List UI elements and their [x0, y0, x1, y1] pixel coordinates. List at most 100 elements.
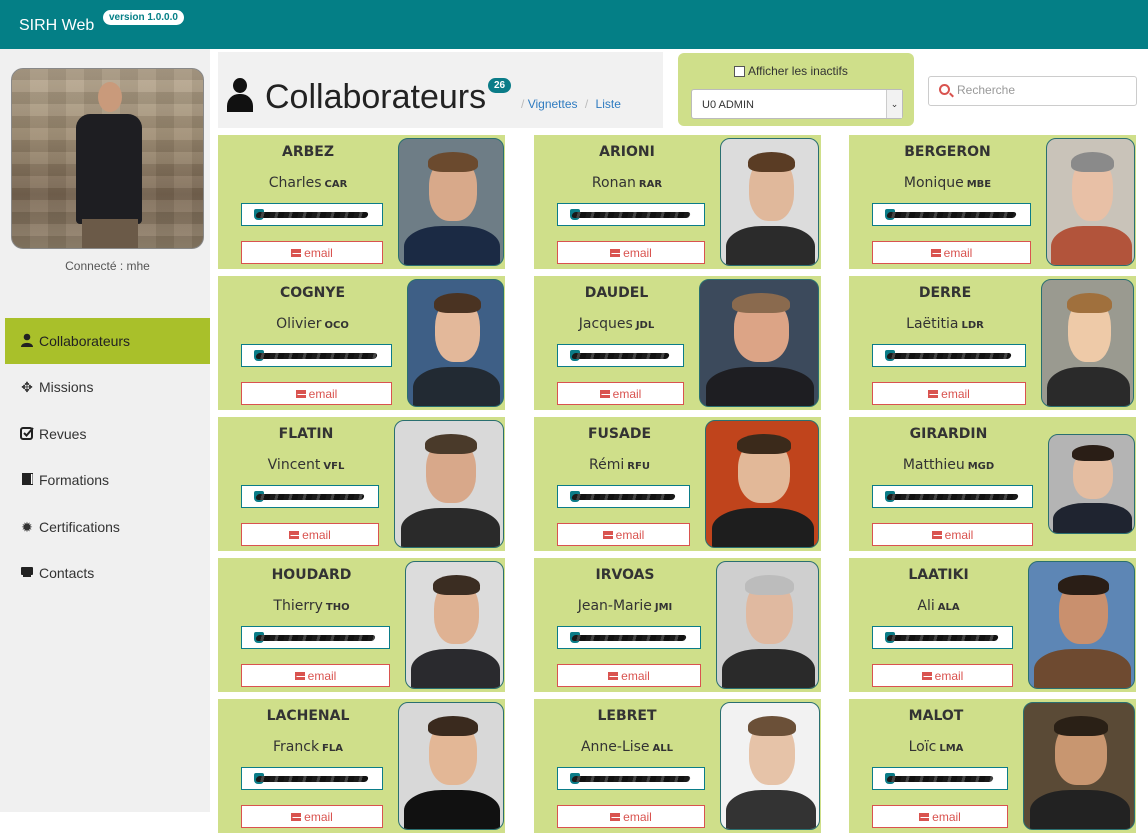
collaborator-card[interactable]: GIRARDIN Matthieu MGD email: [849, 417, 1136, 551]
sidebar-item-label: Collaborateurs: [39, 333, 131, 349]
email-label: email: [615, 527, 645, 542]
collaborator-card[interactable]: LACHENAL Franck FLA email: [218, 699, 505, 833]
collaborator-lastname: DERRE: [918, 285, 972, 301]
phone-button[interactable]: [557, 344, 684, 367]
email-button[interactable]: email: [872, 523, 1033, 546]
email-button[interactable]: email: [557, 523, 690, 546]
phone-button[interactable]: [241, 485, 379, 508]
collaborator-code: THO: [325, 602, 350, 613]
collaborator-code: VFL: [323, 461, 345, 472]
phone-button[interactable]: [872, 626, 1013, 649]
collaborator-code: RFU: [627, 461, 650, 472]
collaborator-photo: [699, 279, 819, 407]
phone-button[interactable]: [557, 626, 701, 649]
collaborator-lastname: MALOT: [908, 708, 964, 724]
collaborator-firstname: Matthieu MGD: [902, 457, 995, 473]
search-input[interactable]: [957, 83, 1127, 97]
phone-button[interactable]: [872, 203, 1031, 226]
show-inactive-checkbox[interactable]: [734, 65, 745, 77]
chevron-down-icon: ⌄: [886, 90, 902, 118]
phone-button[interactable]: [241, 767, 383, 790]
app-brand[interactable]: SIRH Web: [19, 17, 94, 35]
envelope-icon: [291, 812, 302, 821]
phone-button[interactable]: [557, 485, 690, 508]
phone-button[interactable]: [241, 626, 390, 649]
redacted-phone: [571, 212, 691, 218]
email-button[interactable]: email: [872, 241, 1031, 264]
collaborator-lastname: FLATIN: [278, 426, 334, 442]
collaborator-code: ALA: [937, 602, 960, 613]
email-label: email: [944, 527, 974, 542]
phone-button[interactable]: [241, 344, 392, 367]
collaborator-card[interactable]: HOUDARD Thierry THO email: [218, 558, 505, 692]
search-box[interactable]: [928, 76, 1137, 106]
filter-panel: Afficher les inactifs U0 ADMIN ⌄: [678, 53, 914, 126]
view-vignettes-link[interactable]: Vignettes: [528, 97, 578, 111]
phone-button[interactable]: [241, 203, 383, 226]
email-button[interactable]: email: [872, 664, 1013, 687]
sidebar-item-missions[interactable]: ✥ Missions: [5, 364, 210, 410]
collaborator-code: MGD: [967, 461, 995, 472]
collaborator-photo: [1046, 138, 1135, 266]
redacted-phone: [886, 494, 1019, 500]
user-icon: [225, 76, 255, 112]
show-inactive-toggle[interactable]: Afficher les inactifs: [734, 64, 848, 78]
sidebar-item-label: Revues: [39, 426, 87, 442]
email-button[interactable]: email: [872, 805, 1008, 828]
collaborator-card[interactable]: FLATIN Vincent VFL email: [218, 417, 505, 551]
collaborator-card[interactable]: LEBRET Anne-Lise ALL email: [534, 699, 821, 833]
collaborator-card[interactable]: DERRE Laëtitia LDR email: [849, 276, 1136, 410]
phone-button[interactable]: [557, 767, 705, 790]
collaborator-firstname: Rémi RFU: [589, 457, 650, 473]
email-button[interactable]: email: [241, 664, 390, 687]
collaborator-card[interactable]: ARIONI Ronan RAR email: [534, 135, 821, 269]
email-label: email: [308, 386, 338, 401]
collaborator-card[interactable]: COGNYE Olivier OCO email: [218, 276, 505, 410]
collaborator-firstname: Charles CAR: [268, 175, 348, 191]
collaborator-card[interactable]: IRVOAS Jean-Marie JMI email: [534, 558, 821, 692]
redacted-phone: [255, 353, 378, 359]
email-button[interactable]: email: [241, 382, 392, 405]
collaborator-firstname: Laëtitia LDR: [906, 316, 984, 332]
sidebar-item-revues[interactable]: Revues: [5, 411, 210, 457]
phone-button[interactable]: [557, 203, 705, 226]
email-button[interactable]: email: [557, 805, 705, 828]
collaborator-card[interactable]: ARBEZ Charles CAR email: [218, 135, 505, 269]
collaborator-photo: [407, 279, 504, 407]
collaborator-card[interactable]: MALOT Loïc LMA email: [849, 699, 1136, 833]
sidebar-item-formations[interactable]: Formations: [5, 457, 210, 503]
email-button[interactable]: email: [557, 382, 684, 405]
collaborator-firstname: Loïc LMA: [908, 739, 964, 755]
sidebar-item-collaborateurs[interactable]: Collaborateurs: [5, 318, 210, 364]
redacted-phone: [886, 635, 999, 641]
user-icon: [18, 333, 36, 350]
sidebar-item-contacts[interactable]: Contacts: [5, 550, 210, 596]
contact-card-icon: [18, 565, 36, 581]
email-button[interactable]: email: [557, 241, 705, 264]
sidebar-item-certifications[interactable]: ✹ Certifications: [5, 504, 210, 550]
phone-button[interactable]: [872, 344, 1026, 367]
email-label: email: [612, 386, 642, 401]
version-badge: version 1.0.0.0: [103, 10, 184, 25]
collaborator-code: MBE: [966, 179, 992, 190]
view-liste-link[interactable]: Liste: [596, 97, 621, 111]
phone-button[interactable]: [872, 767, 1008, 790]
breadcrumb: / Vignettes / Liste: [521, 97, 621, 111]
collaborator-firstname: Jacques JDL: [578, 316, 655, 332]
collaborator-card[interactable]: FUSADE Rémi RFU email: [534, 417, 821, 551]
email-button[interactable]: email: [241, 241, 383, 264]
collaborator-code: FLA: [322, 743, 343, 754]
email-button[interactable]: email: [241, 523, 379, 546]
collaborator-card[interactable]: LAATIKI Ali ALA email: [849, 558, 1136, 692]
phone-button[interactable]: [872, 485, 1033, 508]
envelope-icon: [931, 530, 942, 539]
email-button[interactable]: email: [241, 805, 383, 828]
email-button[interactable]: email: [557, 664, 701, 687]
collaborator-card[interactable]: DAUDEL Jacques JDL email: [534, 276, 821, 410]
email-button[interactable]: email: [872, 382, 1026, 405]
email-label: email: [934, 668, 964, 683]
unit-select[interactable]: U0 ADMIN ⌄: [691, 89, 903, 119]
check-square-icon: [18, 426, 36, 443]
collaborator-lastname: LEBRET: [597, 708, 657, 724]
collaborator-card[interactable]: BERGERON Monique MBE email: [849, 135, 1136, 269]
